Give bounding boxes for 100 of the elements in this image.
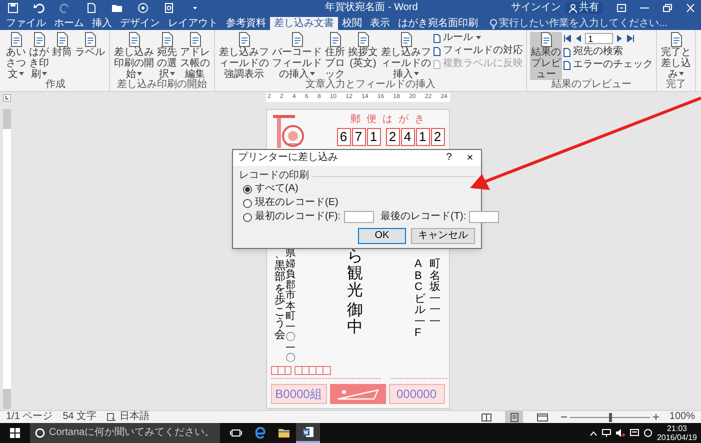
ribbon-button[interactable]: 完了と差し込み (660, 32, 692, 80)
previous-record-button[interactable] (574, 33, 583, 44)
search-field[interactable]: Cortanaに何か聞いてみてください。 (30, 423, 220, 443)
print-preview-button[interactable] (162, 1, 176, 15)
restore-icon (663, 4, 672, 12)
ribbon-button[interactable]: 差し込みフィールドの強調表示 (218, 32, 270, 80)
postal-code-box: 2 (430, 128, 444, 146)
new-document-icon (85, 2, 97, 14)
radio-button[interactable] (243, 212, 252, 222)
ribbon-button[interactable]: 挨拶文(英文) (347, 32, 379, 80)
ribbon-button[interactable]: 差し込み印刷の開始 (113, 32, 155, 80)
previous-record-icon (575, 35, 582, 42)
caret-icon (19, 72, 24, 76)
lottery-number-box: 000000 (388, 384, 444, 404)
ribbon-button[interactable]: フィールドの対応 (433, 45, 523, 57)
ribbon-button[interactable]: ルール (433, 32, 523, 44)
ribbon-tab[interactable]: 表示 (366, 17, 394, 30)
ribbon-group-label: 完了 (665, 80, 687, 90)
ribbon-button[interactable]: アドレス帳の編集 (179, 32, 211, 80)
lightbulb-icon (490, 18, 497, 28)
ribbon-button[interactable]: ラベル (74, 32, 106, 80)
postal-code-box: 6 (336, 128, 350, 146)
help-button[interactable]: ? (439, 152, 459, 164)
ribbon-group-label: 結果のプレビュー (550, 80, 632, 90)
read-mode-icon (480, 412, 492, 422)
ribbon-button[interactable]: エラーのチェック (563, 59, 653, 71)
caret-icon (137, 72, 142, 76)
postcard-heading: 郵便はがき (350, 114, 430, 126)
zoom-level[interactable]: 100% (669, 411, 695, 423)
ribbon-group-label: 作成 (44, 80, 66, 90)
next-record-button[interactable] (615, 33, 624, 44)
sign-in-link[interactable]: サインイン (507, 2, 565, 14)
ribbon-button[interactable]: 差し込みフィールドの挿入 (380, 32, 432, 80)
first-record-icon (564, 35, 571, 42)
circle-icon (35, 428, 45, 438)
ribbon-tab[interactable]: はがき宛名面印刷 (394, 17, 482, 30)
radio-button[interactable] (243, 198, 252, 208)
record-number-field[interactable]: 1 (585, 33, 613, 44)
save-button[interactable] (6, 1, 20, 15)
view-button[interactable] (505, 411, 524, 423)
ribbon-button[interactable]: 結果のプレビュー (530, 32, 562, 80)
redo-icon (59, 2, 71, 14)
input-field[interactable] (344, 211, 374, 223)
group-label: レコードの印刷 (239, 170, 309, 182)
postal-code-box: 1 (366, 128, 380, 146)
first-record-button[interactable] (563, 33, 572, 44)
dialog-button[interactable]: OK (358, 228, 406, 244)
recipient-name: ら観光 (347, 249, 363, 300)
ribbon-tab[interactable]: デザイン (116, 17, 164, 30)
ribbon-tab[interactable]: ホーム (50, 17, 88, 30)
plus-icon (653, 414, 660, 420)
caret-icon (679, 72, 684, 76)
browser-icon (254, 427, 266, 439)
network-icon (602, 429, 611, 437)
dialog-title: プリンターに差し込み (238, 152, 339, 164)
ribbon-button[interactable]: 封筒 (51, 32, 73, 80)
taskbar-app[interactable] (296, 423, 320, 443)
radio-label[interactable]: すべて(A) (255, 183, 298, 195)
ribbon-tab[interactable]: 差し込み文書 (270, 17, 338, 30)
recipient-address: ABCビル一F (414, 259, 426, 342)
ribbon-tab[interactable]: 挿入 (88, 17, 116, 30)
ribbon-button[interactable]: はがき印刷 (28, 32, 50, 80)
ribbon-button[interactable]: バーコードフィールドの挿入 (271, 32, 323, 80)
ribbon-tab[interactable]: 参考資料 (222, 17, 270, 30)
folder-icon (111, 2, 123, 14)
last-record-icon (627, 35, 634, 42)
ribbon-options-icon (617, 4, 626, 12)
tell-me-field[interactable]: 実行したい作業を入力してください... (490, 17, 668, 30)
page-count: 1/1 ページ (6, 411, 53, 423)
radio-button[interactable] (243, 184, 252, 194)
zoom-slider-thumb[interactable] (609, 412, 612, 422)
recipient-address: 町名坂一一一 (430, 259, 440, 330)
speaker-icon (616, 429, 625, 437)
last-record-button[interactable] (626, 33, 635, 44)
ribbon-tab[interactable]: ファイル (2, 17, 50, 30)
document-icon (302, 426, 314, 438)
ribbon-button[interactable]: あいさつ文 (5, 32, 27, 80)
close-button[interactable]: × (459, 152, 481, 164)
browser-icon (536, 412, 548, 422)
radio-label[interactable]: 最初のレコード(F): (255, 211, 341, 223)
caret-icon (42, 72, 47, 76)
radio-label[interactable]: 現在のレコード(E) (255, 197, 338, 209)
ribbon-button[interactable]: 宛先の検索 (563, 46, 653, 58)
save-icon (7, 2, 19, 14)
notification-icon (630, 429, 639, 437)
ribbon-button[interactable]: 宛先の選択 (156, 32, 178, 80)
ribbon-tab[interactable]: レイアウト (164, 17, 222, 30)
ribbon-button[interactable]: 住所ブロック (324, 32, 346, 80)
ribbon-group-label: 差し込み印刷の開始 (116, 80, 208, 90)
language-indicator[interactable]: 日本語 (120, 411, 150, 423)
task-view-icon (230, 427, 242, 439)
ribbon-tab[interactable]: 校閲 (338, 17, 366, 30)
page-icon (508, 412, 520, 422)
undo-button[interactable] (32, 1, 46, 15)
taskbar-time: 21:03 (666, 424, 687, 433)
input-field[interactable] (469, 211, 500, 223)
dialog-button[interactable]: キャンセル (411, 228, 475, 244)
caret-icon (476, 36, 481, 40)
share-button[interactable]: 共有 (565, 2, 603, 14)
recipient-honorific: 御中 (347, 303, 363, 338)
